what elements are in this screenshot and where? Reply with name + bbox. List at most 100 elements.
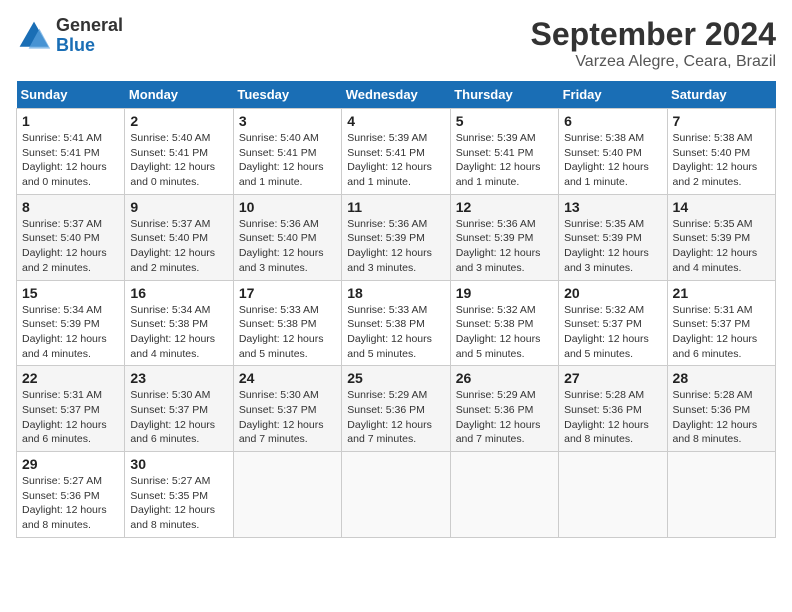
day-number: 16 bbox=[130, 285, 227, 301]
calendar-cell: 30 Sunrise: 5:27 AM Sunset: 5:35 PM Dayl… bbox=[125, 452, 233, 538]
day-number: 15 bbox=[22, 285, 119, 301]
calendar-cell: 27 Sunrise: 5:28 AM Sunset: 5:36 PM Dayl… bbox=[559, 366, 667, 452]
day-info: Sunrise: 5:37 AM Sunset: 5:40 PM Dayligh… bbox=[130, 217, 227, 276]
column-header-tuesday: Tuesday bbox=[233, 81, 341, 109]
day-number: 11 bbox=[347, 199, 444, 215]
page-header: General Blue September 2024 Varzea Alegr… bbox=[16, 16, 776, 71]
day-info: Sunrise: 5:27 AM Sunset: 5:36 PM Dayligh… bbox=[22, 474, 119, 533]
day-number: 1 bbox=[22, 113, 119, 129]
day-info: Sunrise: 5:37 AM Sunset: 5:40 PM Dayligh… bbox=[22, 217, 119, 276]
week-row-2: 8 Sunrise: 5:37 AM Sunset: 5:40 PM Dayli… bbox=[17, 194, 776, 280]
day-number: 21 bbox=[673, 285, 770, 301]
day-number: 28 bbox=[673, 370, 770, 386]
day-number: 6 bbox=[564, 113, 661, 129]
day-info: Sunrise: 5:38 AM Sunset: 5:40 PM Dayligh… bbox=[564, 131, 661, 190]
day-info: Sunrise: 5:32 AM Sunset: 5:38 PM Dayligh… bbox=[456, 303, 553, 362]
day-number: 17 bbox=[239, 285, 336, 301]
day-number: 3 bbox=[239, 113, 336, 129]
week-row-1: 1 Sunrise: 5:41 AM Sunset: 5:41 PM Dayli… bbox=[17, 109, 776, 195]
calendar-cell: 16 Sunrise: 5:34 AM Sunset: 5:38 PM Dayl… bbox=[125, 280, 233, 366]
calendar-cell bbox=[233, 452, 341, 538]
calendar-cell: 25 Sunrise: 5:29 AM Sunset: 5:36 PM Dayl… bbox=[342, 366, 450, 452]
calendar-cell bbox=[342, 452, 450, 538]
day-info: Sunrise: 5:31 AM Sunset: 5:37 PM Dayligh… bbox=[673, 303, 770, 362]
day-number: 23 bbox=[130, 370, 227, 386]
day-info: Sunrise: 5:38 AM Sunset: 5:40 PM Dayligh… bbox=[673, 131, 770, 190]
calendar-cell: 9 Sunrise: 5:37 AM Sunset: 5:40 PM Dayli… bbox=[125, 194, 233, 280]
day-number: 24 bbox=[239, 370, 336, 386]
calendar-cell: 13 Sunrise: 5:35 AM Sunset: 5:39 PM Dayl… bbox=[559, 194, 667, 280]
day-number: 25 bbox=[347, 370, 444, 386]
logo-blue-text: Blue bbox=[56, 36, 123, 56]
calendar-cell: 10 Sunrise: 5:36 AM Sunset: 5:40 PM Dayl… bbox=[233, 194, 341, 280]
day-number: 2 bbox=[130, 113, 227, 129]
month-title: September 2024 bbox=[531, 16, 776, 53]
calendar-cell: 24 Sunrise: 5:30 AM Sunset: 5:37 PM Dayl… bbox=[233, 366, 341, 452]
calendar-cell: 2 Sunrise: 5:40 AM Sunset: 5:41 PM Dayli… bbox=[125, 109, 233, 195]
day-info: Sunrise: 5:35 AM Sunset: 5:39 PM Dayligh… bbox=[564, 217, 661, 276]
day-number: 27 bbox=[564, 370, 661, 386]
calendar-cell: 28 Sunrise: 5:28 AM Sunset: 5:36 PM Dayl… bbox=[667, 366, 775, 452]
day-info: Sunrise: 5:34 AM Sunset: 5:39 PM Dayligh… bbox=[22, 303, 119, 362]
calendar-header-row: SundayMondayTuesdayWednesdayThursdayFrid… bbox=[17, 81, 776, 109]
column-header-saturday: Saturday bbox=[667, 81, 775, 109]
day-number: 18 bbox=[347, 285, 444, 301]
logo-icon bbox=[16, 18, 52, 54]
day-info: Sunrise: 5:36 AM Sunset: 5:40 PM Dayligh… bbox=[239, 217, 336, 276]
calendar-cell: 15 Sunrise: 5:34 AM Sunset: 5:39 PM Dayl… bbox=[17, 280, 125, 366]
calendar-cell: 22 Sunrise: 5:31 AM Sunset: 5:37 PM Dayl… bbox=[17, 366, 125, 452]
calendar-cell: 12 Sunrise: 5:36 AM Sunset: 5:39 PM Dayl… bbox=[450, 194, 558, 280]
day-number: 5 bbox=[456, 113, 553, 129]
day-info: Sunrise: 5:27 AM Sunset: 5:35 PM Dayligh… bbox=[130, 474, 227, 533]
day-info: Sunrise: 5:40 AM Sunset: 5:41 PM Dayligh… bbox=[130, 131, 227, 190]
calendar-table: SundayMondayTuesdayWednesdayThursdayFrid… bbox=[16, 81, 776, 538]
day-number: 26 bbox=[456, 370, 553, 386]
day-info: Sunrise: 5:36 AM Sunset: 5:39 PM Dayligh… bbox=[347, 217, 444, 276]
day-number: 22 bbox=[22, 370, 119, 386]
calendar-cell: 7 Sunrise: 5:38 AM Sunset: 5:40 PM Dayli… bbox=[667, 109, 775, 195]
day-number: 13 bbox=[564, 199, 661, 215]
week-row-3: 15 Sunrise: 5:34 AM Sunset: 5:39 PM Dayl… bbox=[17, 280, 776, 366]
calendar-cell: 26 Sunrise: 5:29 AM Sunset: 5:36 PM Dayl… bbox=[450, 366, 558, 452]
calendar-cell: 19 Sunrise: 5:32 AM Sunset: 5:38 PM Dayl… bbox=[450, 280, 558, 366]
day-info: Sunrise: 5:40 AM Sunset: 5:41 PM Dayligh… bbox=[239, 131, 336, 190]
calendar-cell: 6 Sunrise: 5:38 AM Sunset: 5:40 PM Dayli… bbox=[559, 109, 667, 195]
calendar-cell: 3 Sunrise: 5:40 AM Sunset: 5:41 PM Dayli… bbox=[233, 109, 341, 195]
calendar-cell: 21 Sunrise: 5:31 AM Sunset: 5:37 PM Dayl… bbox=[667, 280, 775, 366]
day-info: Sunrise: 5:29 AM Sunset: 5:36 PM Dayligh… bbox=[347, 388, 444, 447]
calendar-cell: 23 Sunrise: 5:30 AM Sunset: 5:37 PM Dayl… bbox=[125, 366, 233, 452]
day-number: 14 bbox=[673, 199, 770, 215]
calendar-cell bbox=[667, 452, 775, 538]
day-info: Sunrise: 5:30 AM Sunset: 5:37 PM Dayligh… bbox=[239, 388, 336, 447]
day-info: Sunrise: 5:36 AM Sunset: 5:39 PM Dayligh… bbox=[456, 217, 553, 276]
column-header-thursday: Thursday bbox=[450, 81, 558, 109]
logo-text: General Blue bbox=[56, 16, 123, 56]
title-block: September 2024 Varzea Alegre, Ceara, Bra… bbox=[531, 16, 776, 71]
day-info: Sunrise: 5:39 AM Sunset: 5:41 PM Dayligh… bbox=[347, 131, 444, 190]
column-header-friday: Friday bbox=[559, 81, 667, 109]
column-header-sunday: Sunday bbox=[17, 81, 125, 109]
day-number: 29 bbox=[22, 456, 119, 472]
day-number: 30 bbox=[130, 456, 227, 472]
column-header-wednesday: Wednesday bbox=[342, 81, 450, 109]
day-info: Sunrise: 5:35 AM Sunset: 5:39 PM Dayligh… bbox=[673, 217, 770, 276]
calendar-cell: 17 Sunrise: 5:33 AM Sunset: 5:38 PM Dayl… bbox=[233, 280, 341, 366]
day-info: Sunrise: 5:28 AM Sunset: 5:36 PM Dayligh… bbox=[564, 388, 661, 447]
week-row-5: 29 Sunrise: 5:27 AM Sunset: 5:36 PM Dayl… bbox=[17, 452, 776, 538]
calendar-cell: 29 Sunrise: 5:27 AM Sunset: 5:36 PM Dayl… bbox=[17, 452, 125, 538]
calendar-cell bbox=[559, 452, 667, 538]
day-number: 19 bbox=[456, 285, 553, 301]
day-info: Sunrise: 5:33 AM Sunset: 5:38 PM Dayligh… bbox=[347, 303, 444, 362]
day-info: Sunrise: 5:32 AM Sunset: 5:37 PM Dayligh… bbox=[564, 303, 661, 362]
calendar-cell: 1 Sunrise: 5:41 AM Sunset: 5:41 PM Dayli… bbox=[17, 109, 125, 195]
day-number: 8 bbox=[22, 199, 119, 215]
day-info: Sunrise: 5:39 AM Sunset: 5:41 PM Dayligh… bbox=[456, 131, 553, 190]
week-row-4: 22 Sunrise: 5:31 AM Sunset: 5:37 PM Dayl… bbox=[17, 366, 776, 452]
day-info: Sunrise: 5:29 AM Sunset: 5:36 PM Dayligh… bbox=[456, 388, 553, 447]
logo-general-text: General bbox=[56, 16, 123, 36]
calendar-cell: 20 Sunrise: 5:32 AM Sunset: 5:37 PM Dayl… bbox=[559, 280, 667, 366]
calendar-cell: 14 Sunrise: 5:35 AM Sunset: 5:39 PM Dayl… bbox=[667, 194, 775, 280]
day-number: 4 bbox=[347, 113, 444, 129]
day-info: Sunrise: 5:31 AM Sunset: 5:37 PM Dayligh… bbox=[22, 388, 119, 447]
day-info: Sunrise: 5:28 AM Sunset: 5:36 PM Dayligh… bbox=[673, 388, 770, 447]
